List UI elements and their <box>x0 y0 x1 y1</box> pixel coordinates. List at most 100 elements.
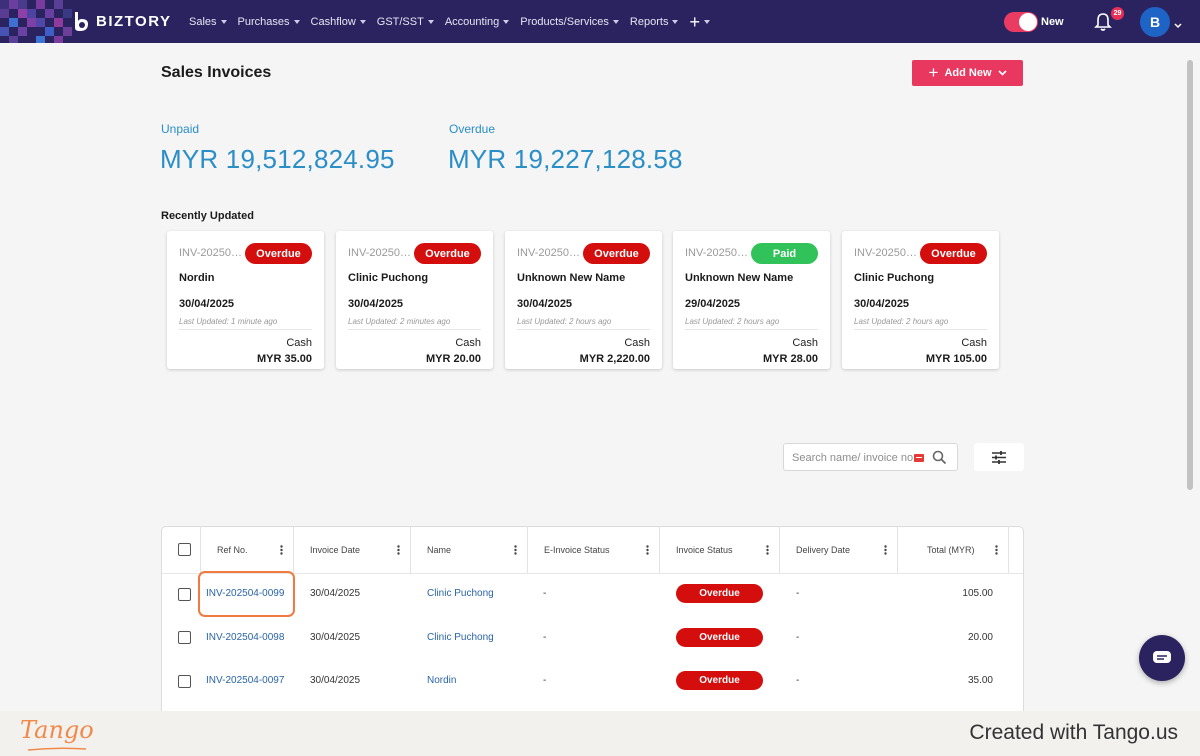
menu-cashflow[interactable]: Cashflow <box>311 16 366 28</box>
kebab-menu-icon[interactable] <box>884 545 887 555</box>
card-payment-method: Cash <box>961 337 987 349</box>
toggle-label: New <box>1041 16 1064 28</box>
top-nav: BIZTORY Sales Purchases Cashflow GST/SST… <box>0 0 1200 43</box>
row-checkbox[interactable] <box>178 631 191 644</box>
card-date: 30/04/2025 <box>517 298 573 310</box>
column-header-label: Invoice Status <box>676 545 733 555</box>
customer-link[interactable]: Clinic Puchong <box>427 632 494 643</box>
menu-reports[interactable]: Reports <box>630 16 679 28</box>
chevron-down-icon <box>359 20 366 24</box>
invoice-date: 30/04/2025 <box>310 632 361 643</box>
row-total: 20.00 <box>967 632 993 643</box>
card-last-updated: Last Updated: 2 hours ago <box>854 317 949 326</box>
column-header-label: Invoice Date <box>310 545 361 555</box>
status-badge: Overdue <box>414 243 481 264</box>
kebab-menu-icon[interactable] <box>766 545 769 555</box>
chevron-down-icon <box>427 20 434 24</box>
row-total: 35.00 <box>967 675 993 686</box>
keyboard-extension-icon <box>914 454 924 462</box>
select-all-cell <box>162 527 201 573</box>
ref-link[interactable]: INV-202504-0098 <box>206 632 284 643</box>
menu-products-services[interactable]: Products/Services <box>520 16 619 28</box>
delivery-date: - <box>796 632 800 643</box>
bell-icon[interactable] <box>1094 12 1112 32</box>
column-header-total[interactable]: Total (MYR) <box>898 527 1009 573</box>
avatar[interactable]: B <box>1140 7 1170 37</box>
card-customer-name: Nordin <box>179 272 215 284</box>
status-badge: Overdue <box>583 243 650 264</box>
card-date: 30/04/2025 <box>854 298 910 310</box>
notification-badge: 29 <box>1111 7 1124 20</box>
menu-quick-add[interactable]: + <box>689 13 710 31</box>
unpaid-value: MYR 19,512,824.95 <box>160 144 395 174</box>
logo-icon <box>72 10 92 32</box>
kebab-menu-icon[interactable] <box>646 545 649 555</box>
customer-link[interactable]: Nordin <box>427 675 456 686</box>
card-divider <box>685 329 818 330</box>
menu-accounting[interactable]: Accounting <box>444 15 510 28</box>
recent-invoice-card[interactable]: INV-202504-0096 Paid Unknown New Name 29… <box>673 231 830 369</box>
brand-logo[interactable]: BIZTORY <box>72 10 172 32</box>
card-last-updated: Last Updated: 2 hours ago <box>517 317 612 326</box>
select-all-checkbox[interactable] <box>178 543 191 556</box>
customer-link[interactable]: Clinic Puchong <box>427 588 494 599</box>
page-title: Sales Invoices <box>161 64 272 81</box>
card-divider <box>854 329 987 330</box>
row-checkbox[interactable] <box>178 588 191 601</box>
tango-logo: Tango <box>20 716 94 744</box>
column-header-delivery-date[interactable]: Delivery Date <box>780 527 898 573</box>
chevron-down-icon[interactable] <box>1174 17 1182 29</box>
menu-label: Accounting <box>444 15 500 28</box>
recent-invoice-card[interactable]: INV-202504-0097 Overdue Unknown New Name… <box>505 231 662 369</box>
card-date: 29/04/2025 <box>685 298 741 310</box>
invoices-table: Ref No. Invoice Date Name E-Invoice Stat… <box>161 526 1024 716</box>
card-ref: INV-202504-0098 <box>348 247 414 259</box>
kebab-menu-icon[interactable] <box>397 545 400 555</box>
column-header-name[interactable]: Name <box>411 527 528 573</box>
card-ref: INV-202504-0099 <box>179 247 245 259</box>
menu-sales[interactable]: Sales <box>189 16 227 28</box>
page-scrollbar[interactable] <box>1187 60 1193 490</box>
card-customer-name: Unknown New Name <box>517 272 626 284</box>
recent-invoice-card[interactable]: INV-202504-0099 Overdue Nordin 30/04/202… <box>167 231 324 369</box>
card-customer-name: Clinic Puchong <box>348 272 429 284</box>
recent-invoice-card[interactable]: INV-202504-0098 Overdue Clinic Puchong 3… <box>336 231 493 369</box>
kebab-menu-icon[interactable] <box>995 545 998 555</box>
filter-button[interactable] <box>974 443 1024 471</box>
search-input[interactable]: Search name/ invoice no. <box>783 443 958 471</box>
card-ref: INV-202504-0095 <box>854 247 920 259</box>
add-new-label: Add New <box>944 67 992 79</box>
einvoice-status: - <box>543 588 547 599</box>
menu-label: GST/SST <box>376 15 424 28</box>
kebab-menu-icon[interactable] <box>280 545 283 555</box>
column-header-invoice-date[interactable]: Invoice Date <box>294 527 411 573</box>
menu-gst-sst[interactable]: GST/SST <box>377 16 434 28</box>
column-header-label: Name <box>427 545 452 555</box>
column-header-ref[interactable]: Ref No. <box>201 527 294 573</box>
column-header-einvoice-status[interactable]: E-Invoice Status <box>528 527 660 573</box>
menu-purchases[interactable]: Purchases <box>238 16 300 28</box>
status-badge: Overdue <box>676 584 763 603</box>
card-payment-method: Cash <box>792 337 818 349</box>
overdue-value: MYR 19,227,128.58 <box>448 144 683 174</box>
new-ui-toggle[interactable] <box>1004 12 1038 32</box>
invoice-date: 30/04/2025 <box>310 675 361 686</box>
add-new-button[interactable]: + Add New <box>912 60 1023 86</box>
brand-pixel-art <box>0 0 80 43</box>
plus-icon: + <box>928 62 939 82</box>
card-payment-method: Cash <box>455 337 481 349</box>
delivery-date: - <box>796 588 800 599</box>
card-last-updated: Last Updated: 2 hours ago <box>685 317 780 326</box>
recent-invoice-card[interactable]: INV-202504-0095 Overdue Clinic Puchong 3… <box>842 231 999 369</box>
recently-updated-title: Recently Updated <box>161 210 254 222</box>
row-checkbox[interactable] <box>178 675 191 688</box>
delivery-date: - <box>796 675 800 686</box>
kebab-menu-icon[interactable] <box>514 545 517 555</box>
chat-button[interactable] <box>1139 635 1185 681</box>
card-date: 30/04/2025 <box>348 298 404 310</box>
ref-link[interactable]: INV-202504-0097 <box>206 675 284 686</box>
chevron-down-icon <box>293 20 300 24</box>
card-amount: MYR 35.00 <box>256 353 312 365</box>
search-icon[interactable] <box>932 450 947 465</box>
column-header-invoice-status[interactable]: Invoice Status <box>660 527 780 573</box>
